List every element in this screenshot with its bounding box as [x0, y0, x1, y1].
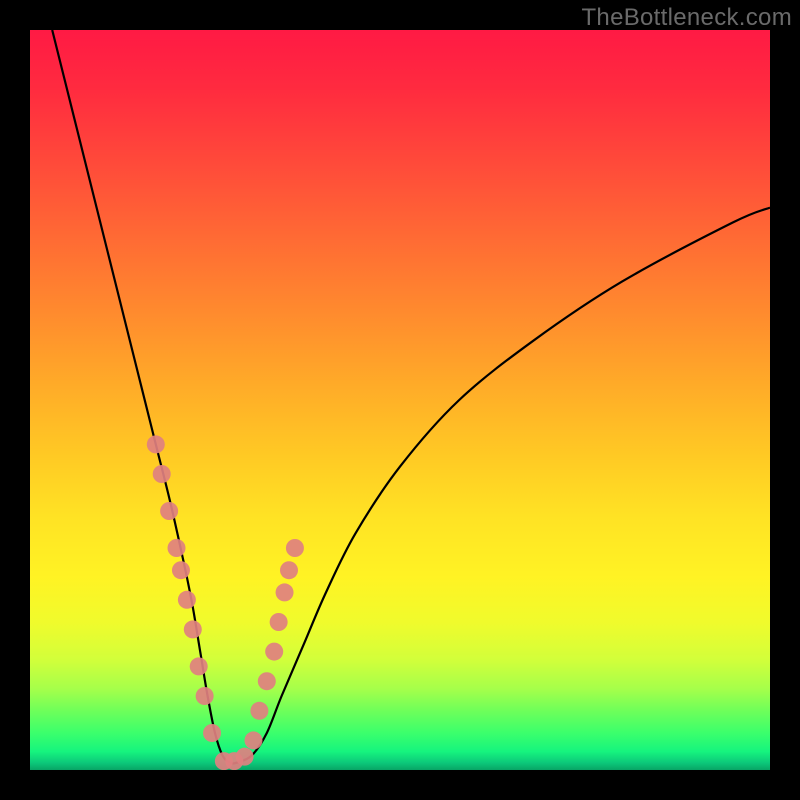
data-marker: [172, 561, 190, 579]
data-marker: [280, 561, 298, 579]
data-marker: [184, 620, 202, 638]
outer-frame: TheBottleneck.com: [0, 0, 800, 800]
chart-svg: [30, 30, 770, 770]
data-marker: [203, 724, 221, 742]
data-marker: [270, 613, 288, 631]
data-marker: [190, 657, 208, 675]
data-marker: [160, 502, 178, 520]
data-marker: [286, 539, 304, 557]
data-marker: [258, 672, 276, 690]
data-marker: [276, 583, 294, 601]
data-marker: [236, 748, 254, 766]
data-marker: [196, 687, 214, 705]
data-marker: [265, 643, 283, 661]
watermark-text: TheBottleneck.com: [581, 4, 792, 32]
data-marker: [244, 731, 262, 749]
data-marker: [147, 435, 165, 453]
plot-area: [30, 30, 770, 770]
marker-layer: [147, 435, 304, 770]
data-marker: [250, 702, 268, 720]
data-marker: [168, 539, 186, 557]
data-marker: [153, 465, 171, 483]
bottleneck-curve: [52, 30, 770, 764]
data-marker: [178, 591, 196, 609]
curve-layer: [52, 30, 770, 764]
